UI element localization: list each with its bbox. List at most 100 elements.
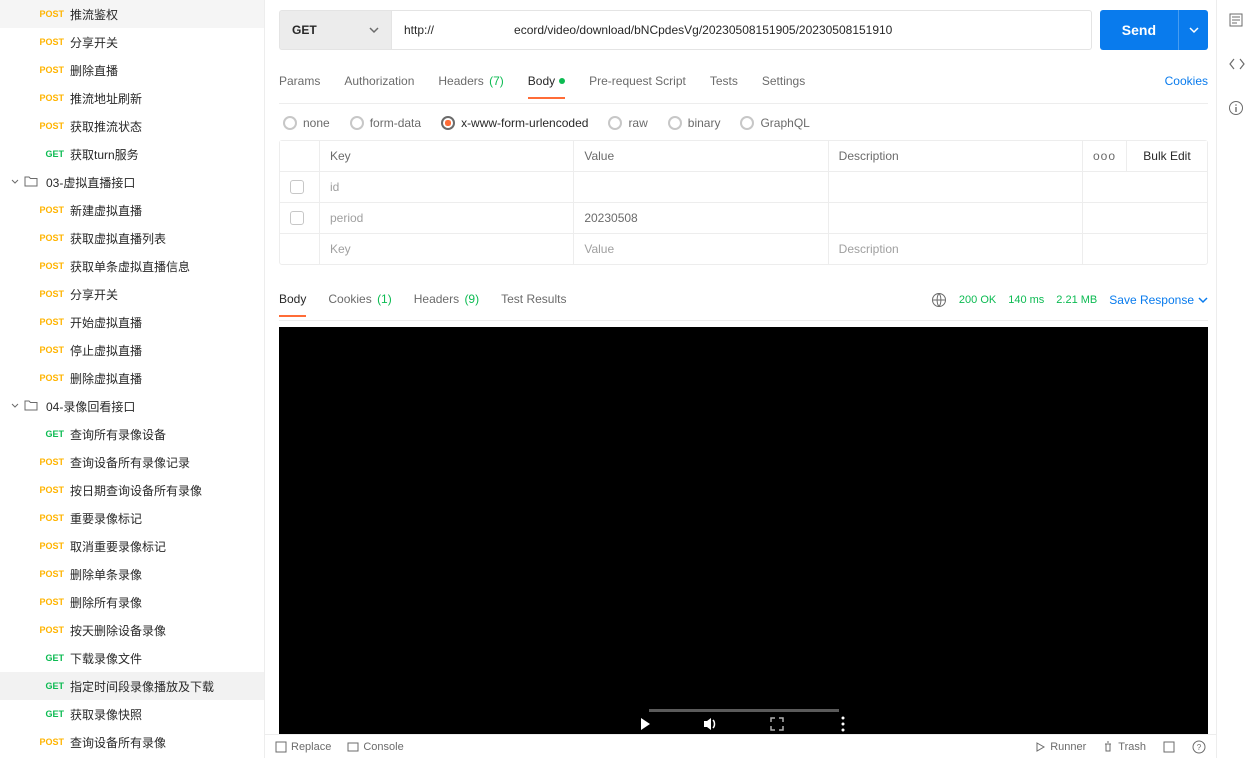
- resp-tab-body[interactable]: Body: [279, 292, 306, 316]
- footer-replace[interactable]: Replace: [275, 741, 331, 753]
- footer-guide-icon[interactable]: [1162, 740, 1176, 754]
- resp-tab-cookies[interactable]: Cookies (1): [328, 292, 391, 316]
- video-progress-bar[interactable]: [649, 709, 839, 712]
- sidebar-request-item[interactable]: GET获取turn服务: [0, 140, 264, 168]
- tab-settings[interactable]: Settings: [762, 74, 805, 98]
- desc-placeholder[interactable]: Description: [829, 234, 1083, 264]
- http-method-select[interactable]: GET: [279, 10, 391, 50]
- tab-tests[interactable]: Tests: [710, 74, 738, 98]
- table-row[interactable]: id: [280, 172, 1207, 203]
- value-cell[interactable]: [574, 172, 828, 202]
- footer-runner[interactable]: Runner: [1034, 741, 1086, 753]
- request-name: 取消重要录像标记: [70, 538, 166, 555]
- key-placeholder[interactable]: Key: [320, 234, 574, 264]
- sidebar-request-item[interactable]: POST新建虚拟直播: [0, 196, 264, 224]
- sidebar-request-item[interactable]: POST 取消重要录像标记: [0, 532, 264, 560]
- table-row-new[interactable]: KeyValueDescription: [280, 234, 1207, 264]
- sidebar-request-item[interactable]: GET获取录像快照: [0, 700, 264, 728]
- volume-icon[interactable]: [701, 714, 721, 734]
- resp-tab-tests[interactable]: Test Results: [501, 292, 566, 316]
- body-type-graphql[interactable]: GraphQL: [740, 116, 809, 130]
- headers-count: (7): [489, 74, 504, 88]
- body-type-none[interactable]: none: [283, 116, 330, 130]
- sidebar-request-item[interactable]: GET指定时间段录像播放及下载: [0, 672, 264, 700]
- request-name: 指定时间段录像播放及下载: [70, 678, 214, 695]
- footer-help-icon[interactable]: ?: [1192, 740, 1206, 754]
- more-icon[interactable]: [833, 714, 853, 734]
- row-checkbox[interactable]: [290, 211, 304, 225]
- response-video-preview[interactable]: [279, 327, 1208, 758]
- tab-prerequest[interactable]: Pre-request Script: [589, 74, 686, 98]
- request-name: 按天删除设备录像: [70, 622, 166, 639]
- response-time: 140 ms: [1008, 294, 1044, 306]
- sidebar-request-item[interactable]: POST重要录像标记: [0, 504, 264, 532]
- method-badge: POST: [32, 37, 64, 47]
- resp-tab-headers[interactable]: Headers (9): [414, 292, 479, 316]
- folder-icon: [24, 175, 40, 189]
- desc-cell[interactable]: [829, 203, 1083, 233]
- fullscreen-icon[interactable]: [767, 714, 787, 734]
- row-checkbox[interactable]: [290, 180, 304, 194]
- sidebar-request-item[interactable]: POST删除直播: [0, 56, 264, 84]
- sidebar-request-item[interactable]: POST删除虚拟直播: [0, 364, 264, 392]
- tab-body[interactable]: Body: [528, 74, 565, 98]
- sidebar-request-item[interactable]: POST推流地址刷新: [0, 84, 264, 112]
- body-type-raw[interactable]: raw: [608, 116, 647, 130]
- sidebar-request-item[interactable]: POST获取单条虚拟直播信息: [0, 252, 264, 280]
- response-size: 2.21 MB: [1056, 294, 1097, 306]
- method-badge: POST: [32, 261, 64, 271]
- desc-cell[interactable]: [829, 172, 1083, 202]
- footer-trash[interactable]: Trash: [1102, 741, 1146, 753]
- sidebar-folder[interactable]: 04-录像回看接口: [0, 392, 264, 420]
- sidebar-request-item[interactable]: GET下载录像文件: [0, 644, 264, 672]
- key-cell[interactable]: id: [320, 172, 574, 202]
- sidebar[interactable]: POST推流鉴权POST分享开关POST删除直播POST推流地址刷新POST获取…: [0, 0, 265, 758]
- sidebar-request-item[interactable]: POST查询设备所有录像: [0, 728, 264, 756]
- method-badge: POST: [32, 541, 64, 551]
- tab-params[interactable]: Params: [279, 74, 320, 98]
- code-icon[interactable]: [1228, 56, 1246, 74]
- bulk-edit-button[interactable]: Bulk Edit: [1143, 149, 1190, 163]
- key-cell[interactable]: period: [320, 203, 574, 233]
- body-type-binary[interactable]: binary: [668, 116, 721, 130]
- sidebar-request-item[interactable]: POST推流鉴权: [0, 0, 264, 28]
- method-badge: POST: [32, 345, 64, 355]
- method-badge: GET: [32, 709, 64, 719]
- sidebar-request-item[interactable]: POST停止虚拟直播: [0, 336, 264, 364]
- sidebar-request-item[interactable]: POST删除所有录像: [0, 588, 264, 616]
- save-response-button[interactable]: Save Response: [1109, 293, 1208, 307]
- cookies-link[interactable]: Cookies: [1165, 74, 1208, 98]
- footer-console[interactable]: Console: [347, 741, 403, 753]
- request-name: 查询设备所有录像: [70, 734, 166, 751]
- sidebar-request-item[interactable]: POST按天删除设备录像: [0, 616, 264, 644]
- method-badge: POST: [32, 457, 64, 467]
- info-icon[interactable]: [1228, 100, 1246, 118]
- table-row[interactable]: period20230508: [280, 203, 1207, 234]
- more-columns-icon[interactable]: ooo: [1093, 149, 1116, 163]
- sidebar-request-item[interactable]: POST获取推流状态: [0, 112, 264, 140]
- sidebar-request-item[interactable]: POST获取虚拟直播列表: [0, 224, 264, 252]
- body-type-formdata[interactable]: form-data: [350, 116, 421, 130]
- sidebar-request-item[interactable]: GET查询所有录像设备: [0, 420, 264, 448]
- play-icon[interactable]: [635, 714, 655, 734]
- method-badge: POST: [32, 9, 64, 19]
- globe-icon[interactable]: [931, 292, 947, 308]
- sidebar-request-item[interactable]: POST分享开关: [0, 280, 264, 308]
- method-badge: POST: [32, 569, 64, 579]
- send-dropdown[interactable]: [1178, 10, 1208, 50]
- url-input[interactable]: [391, 10, 1092, 50]
- documentation-icon[interactable]: [1228, 12, 1246, 30]
- tab-authorization[interactable]: Authorization: [344, 74, 414, 98]
- value-cell[interactable]: 20230508: [574, 203, 828, 233]
- value-placeholder[interactable]: Value: [574, 234, 828, 264]
- tab-headers[interactable]: Headers (7): [438, 74, 503, 98]
- sidebar-request-item[interactable]: POST删除单条录像: [0, 560, 264, 588]
- method-badge: POST: [32, 317, 64, 327]
- send-button[interactable]: Send: [1100, 10, 1178, 50]
- sidebar-request-item[interactable]: POST开始虚拟直播: [0, 308, 264, 336]
- sidebar-folder[interactable]: 03-虚拟直播接口: [0, 168, 264, 196]
- sidebar-request-item[interactable]: POST按日期查询设备所有录像: [0, 476, 264, 504]
- body-type-xwww[interactable]: x-www-form-urlencoded: [441, 116, 588, 130]
- sidebar-request-item[interactable]: POST分享开关: [0, 28, 264, 56]
- sidebar-request-item[interactable]: POST查询设备所有录像记录: [0, 448, 264, 476]
